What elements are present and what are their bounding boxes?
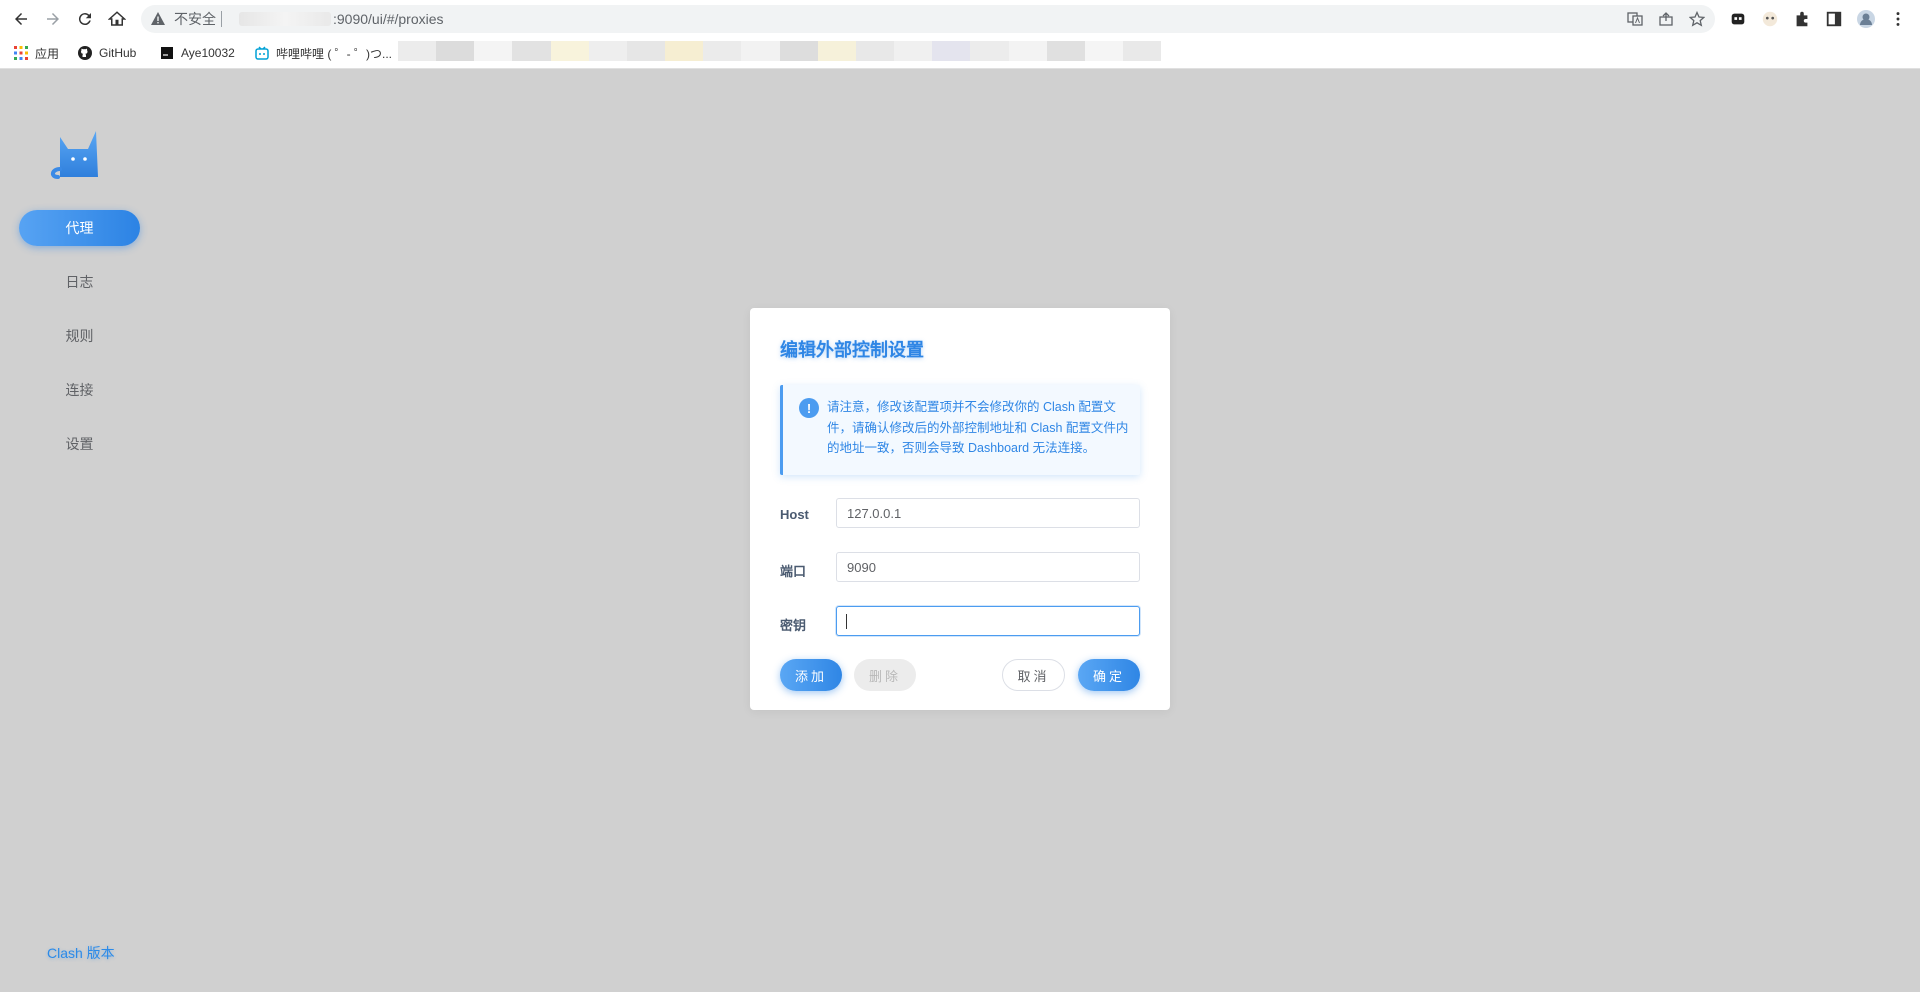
bookmark-label: 哔哩哔哩 ( ゜- ゜)つ...: [276, 46, 392, 61]
star-bookmark-icon[interactable]: [1689, 11, 1705, 27]
nav-rules[interactable]: 规则: [19, 318, 140, 354]
secret-input[interactable]: [836, 606, 1140, 636]
bookmark-apps[interactable]: 应用: [14, 44, 59, 62]
nav-proxies[interactable]: 代理: [19, 210, 140, 246]
profile-avatar-icon[interactable]: [1856, 9, 1876, 29]
nav-logs[interactable]: 日志: [19, 264, 140, 300]
clash-version-link[interactable]: Clash 版本: [47, 943, 115, 963]
redacted-host: [239, 12, 331, 26]
security-label[interactable]: 不安全: [174, 11, 216, 27]
add-button[interactable]: 添加: [780, 659, 842, 691]
sidebar: 代理 日志 规则 连接 设置 Clash 版本: [0, 69, 160, 992]
apps-grid-icon: [14, 46, 28, 60]
delete-button[interactable]: 删除: [854, 659, 916, 691]
bookmark-label: 应用: [35, 46, 60, 61]
github-icon: [78, 46, 92, 60]
forward-arrow-icon: [47, 13, 59, 25]
page-icon: [161, 47, 173, 59]
extension-icon[interactable]: [1728, 9, 1748, 29]
info-alert: ! 请注意，修改该配置项并不会修改你的 Clash 配置文件，请确认修改后的外部…: [780, 385, 1140, 475]
browser-toolbar: 不安全 :9090/ui/#/proxies: [0, 0, 1920, 38]
clash-cat-logo: [51, 131, 98, 179]
back-button[interactable]: [9, 7, 33, 31]
reload-button[interactable]: [73, 7, 97, 31]
side-panel-icon[interactable]: [1824, 9, 1844, 29]
puzzle-extensions-icon[interactable]: [1792, 9, 1812, 29]
translate-icon[interactable]: [1627, 11, 1643, 27]
dialog-title: 编辑外部控制设置: [780, 340, 924, 360]
info-icon: !: [799, 398, 819, 418]
share-icon[interactable]: [1658, 11, 1674, 27]
url-text[interactable]: :9090/ui/#/proxies: [333, 11, 444, 27]
nav-connections[interactable]: 连接: [19, 372, 140, 408]
back-arrow-icon: [15, 13, 27, 25]
port-label: 端口: [780, 564, 807, 579]
external-controller-dialog: 编辑外部控制设置 ! 请注意，修改该配置项并不会修改你的 Clash 配置文件，…: [750, 308, 1170, 710]
home-button[interactable]: [105, 7, 129, 31]
anime-extension-icon[interactable]: [1760, 9, 1780, 29]
browser-menu-icon[interactable]: [1888, 9, 1908, 29]
warning-triangle-icon: [151, 12, 165, 25]
bilibili-icon: [255, 46, 269, 60]
bookmark-aye10032[interactable]: Aye10032: [160, 44, 235, 62]
nav-settings[interactable]: 设置: [19, 426, 140, 462]
port-input[interactable]: [836, 552, 1140, 582]
cancel-button[interactable]: 取消: [1002, 659, 1065, 691]
host-input[interactable]: [836, 498, 1140, 528]
bookmark-label: GitHub: [99, 46, 137, 60]
bookmark-github[interactable]: GitHub: [78, 44, 136, 62]
bookmark-bilibili[interactable]: 哔哩哔哩 ( ゜- ゜)つ...: [255, 44, 392, 62]
alert-message: 请注意，修改该配置项并不会修改你的 Clash 配置文件，请确认修改后的外部控制…: [827, 400, 1129, 455]
text-caret: [846, 614, 847, 629]
secret-label: 密钥: [780, 618, 807, 633]
omnibox-divider: [221, 11, 222, 27]
redacted-bookmarks: [398, 41, 1162, 61]
home-icon: [108, 11, 126, 26]
confirm-button[interactable]: 确定: [1078, 659, 1140, 691]
reload-icon: [78, 13, 91, 26]
bookmark-label: Aye10032: [181, 46, 235, 60]
browser-chrome: 不安全 :9090/ui/#/proxies 应用 GitHub Aye1003…: [0, 0, 1920, 69]
address-bar[interactable]: 不安全 :9090/ui/#/proxies: [141, 5, 1715, 33]
host-label: Host: [780, 507, 809, 522]
forward-button[interactable]: [41, 7, 65, 31]
